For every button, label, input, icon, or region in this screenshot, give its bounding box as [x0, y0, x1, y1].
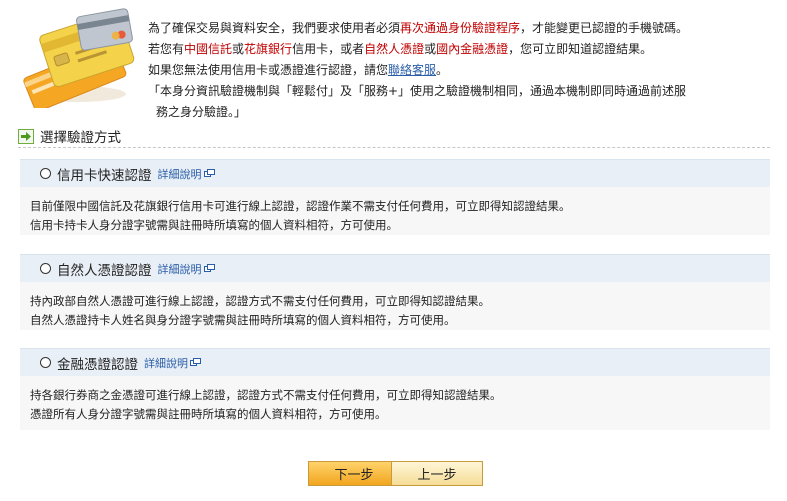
- option-credit-card-header: 信用卡快速認證 詳細說明: [20, 159, 770, 187]
- option-financial-certificate-header: 金融憑證認證 詳細說明: [20, 348, 770, 376]
- intro-line-3: 如果您無法使用信用卡或憑證進行認證，請您聯絡客服。: [148, 60, 768, 81]
- financial-certificate-radio[interactable]: [40, 357, 51, 368]
- citizen-certificate-detail-link[interactable]: 詳細說明: [158, 261, 215, 277]
- intro-line-2: 若您有中國信託或花旗銀行信用卡，或者自然人憑證或國內金融憑證，您可立即知道認證結…: [148, 39, 768, 60]
- intro-highlight-financial-cert: 國內金融憑證: [436, 42, 509, 56]
- next-step-button[interactable]: 下一步: [308, 461, 400, 486]
- credit-card-radio[interactable]: [40, 168, 51, 179]
- citizen-certificate-radio[interactable]: [40, 263, 51, 274]
- option-financial-certificate-description: 持各銀行券商之金憑證可進行線上認證，認證方式不需支付任何費用，可立即得知認證結果…: [20, 376, 770, 432]
- intro-highlight-citizen-cert: 自然人憑證: [364, 42, 425, 56]
- intro-line-3-pre: 如果您無法使用信用卡或憑證進行認證，請您: [148, 63, 389, 77]
- financial-certificate-detail-link[interactable]: 詳細說明: [144, 355, 201, 371]
- intro-line-2-a: 若您有: [148, 42, 185, 56]
- id-cards-illustration-icon: [18, 8, 140, 112]
- option-credit-card-title[interactable]: 信用卡快速認證: [57, 164, 152, 184]
- option-description-line: 目前僅限中國信託及花旗銀行信用卡可進行線上認證，認證作業不需支付任何費用，可立即…: [30, 199, 571, 213]
- intro-line-3-post: 。: [436, 63, 449, 77]
- intro-line-2-c: 信用卡，或者: [292, 42, 365, 56]
- section-title: 選擇驗證方式: [18, 126, 121, 146]
- intro-highlight-ctbc: 中國信託: [184, 42, 233, 56]
- contact-support-link[interactable]: 聯絡客服: [388, 63, 436, 77]
- intro-line-1-pre: 為了確保交易與資料安全，我們要求使用者必須: [148, 21, 401, 35]
- section-title-label: 選擇驗證方式: [40, 130, 121, 146]
- intro-line-2-e: ，您可立即知道認證結果。: [508, 42, 653, 56]
- detail-link-label: 詳細說明: [157, 262, 202, 276]
- new-window-icon: [203, 169, 215, 178]
- intro-line-2-b: 或: [232, 42, 245, 56]
- intro-line-5: 務之身分驗證。」: [156, 105, 247, 119]
- option-description-line: 持各銀行券商之金憑證可進行線上認證，認證方式不需支付任何費用，可立即得知認證結果…: [30, 388, 502, 402]
- option-description-line: 憑證所有人身分證字號需與註冊時所填寫的個人資料相符，方可使用。: [30, 407, 387, 421]
- intro-line-2-d: 或: [424, 42, 437, 56]
- section-divider: [18, 147, 770, 148]
- option-description-line: 信用卡持卡人身分證字號需與註冊時所填寫的個人資料相符，方可使用。: [30, 218, 398, 232]
- intro-line-1: 為了確保交易與資料安全，我們要求使用者必須再次通過身份驗證程序，才能變更已認證的…: [148, 18, 768, 39]
- detail-link-label: 詳細說明: [157, 167, 202, 181]
- intro-line-1-post: ，才能變更已認證的手機號碼。: [520, 21, 689, 35]
- option-credit-card: 信用卡快速認證 詳細說明 目前僅限中國信託及花旗銀行信用卡可進行線上認證，認證作…: [20, 159, 770, 235]
- option-financial-certificate-title[interactable]: 金融憑證認證: [57, 353, 138, 373]
- green-arrow-icon: [18, 128, 34, 144]
- intro-highlight-citibank: 花旗銀行: [244, 42, 293, 56]
- intro-line-4: 「本身分資訊驗證機制與「輕鬆付」及「服務+」使用之驗證機制相同，通過本機制即同時…: [148, 84, 687, 98]
- option-description-line: 自然人憑證持卡人姓名與身分證字號需與註冊時所填寫的個人資料相符，方可使用。: [30, 313, 456, 327]
- option-citizen-certificate-header: 自然人憑證認證 詳細說明: [20, 254, 770, 282]
- detail-link-label: 詳細說明: [144, 356, 188, 370]
- new-window-icon: [203, 264, 215, 273]
- option-financial-certificate: 金融憑證認證 詳細說明 持各銀行券商之金憑證可進行線上認證，認證方式不需支付任何…: [20, 348, 770, 430]
- intro-text: 為了確保交易與資料安全，我們要求使用者必須再次通過身份驗證程序，才能變更已認證的…: [148, 18, 768, 123]
- option-citizen-certificate-description: 持內政部自然人憑證可進行線上認證，認證方式不需支付任何費用，可立即得知認證結果。…: [20, 282, 770, 338]
- option-credit-card-description: 目前僅限中國信託及花旗銀行信用卡可進行線上認證，認證作業不需支付任何費用，可立即…: [20, 187, 770, 243]
- option-citizen-certificate-title[interactable]: 自然人憑證認證: [57, 259, 152, 279]
- option-description-line: 持內政部自然人憑證可進行線上認證，認證方式不需支付任何費用，可立即得知認證結果。: [30, 294, 490, 308]
- intro-highlight-reverify: 再次通過身份驗證程序: [400, 21, 521, 35]
- previous-step-button[interactable]: 上一步: [391, 461, 483, 486]
- credit-card-detail-link[interactable]: 詳細說明: [158, 166, 215, 182]
- new-window-icon: [190, 358, 201, 367]
- option-citizen-certificate: 自然人憑證認證 詳細說明 持內政部自然人憑證可進行線上認證，認證方式不需支付任何…: [20, 254, 770, 330]
